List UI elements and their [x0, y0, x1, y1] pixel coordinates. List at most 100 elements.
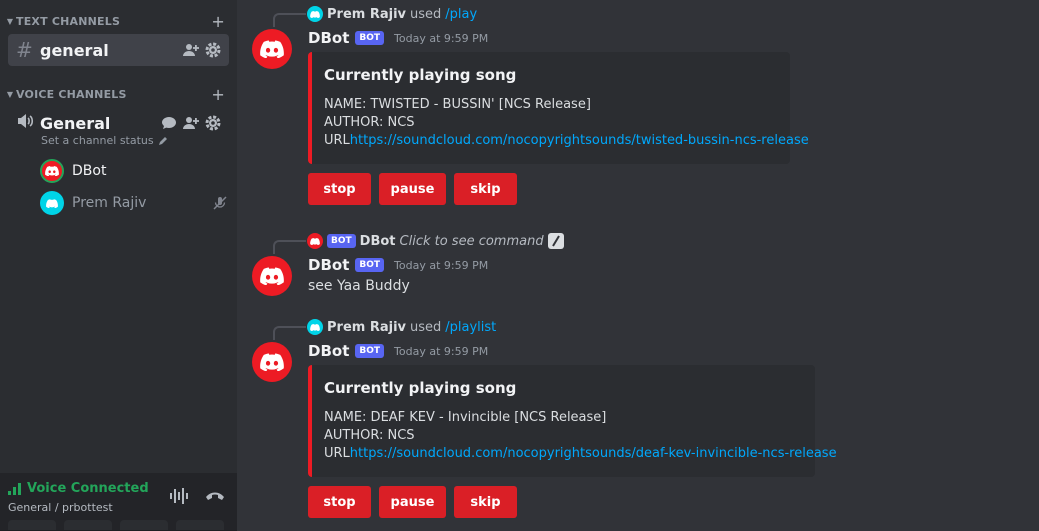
reply-spine: [273, 240, 306, 254]
voice-user-name: DBot: [72, 163, 107, 179]
invite-icon[interactable]: [183, 115, 199, 131]
signal-icon: [8, 482, 21, 495]
pause-button[interactable]: pause: [379, 486, 446, 518]
video-button[interactable]: [8, 520, 56, 530]
skip-button[interactable]: skip: [454, 173, 517, 205]
disconnect-icon[interactable]: [205, 490, 225, 502]
discord-logo-icon: [310, 237, 320, 245]
slash-command-icon: [547, 233, 564, 249]
reply-avatar: [307, 233, 323, 249]
reply-verb: used: [410, 319, 442, 335]
reply-user[interactable]: Prem Rajiv: [327, 320, 406, 335]
noise-suppression-icon[interactable]: [169, 487, 189, 505]
discord-logo-icon: [260, 353, 284, 371]
skip-button[interactable]: skip: [454, 486, 517, 518]
channel-status-label: Set a channel status: [41, 134, 154, 147]
add-channel-icon[interactable]: +: [211, 85, 225, 104]
text-channels-category[interactable]: ▼ TEXT CHANNELS +: [4, 11, 225, 31]
pause-button[interactable]: pause: [379, 173, 446, 205]
reply-context[interactable]: Prem Rajiv used /playlist: [273, 319, 496, 340]
stop-button[interactable]: stop: [308, 486, 371, 518]
message-list: Prem Rajiv used /play DBot BOT Today at …: [237, 0, 1039, 531]
channel-status-button[interactable]: Set a channel status: [41, 134, 168, 147]
reply-verb: used: [410, 6, 442, 22]
bot-badge: BOT: [355, 258, 385, 272]
reply-context[interactable]: BOT DBot Click to see command: [273, 233, 564, 254]
hash-icon: #: [16, 38, 33, 62]
channel-general[interactable]: # general: [8, 34, 229, 66]
embed-url-link[interactable]: https://soundcloud.com/nocopyrightsounds…: [350, 446, 837, 461]
message-text: see Yaa Buddy: [308, 278, 410, 294]
avatar[interactable]: [252, 29, 292, 69]
activity-button[interactable]: [120, 520, 168, 530]
timestamp: Today at 9:59 PM: [394, 258, 489, 272]
timestamp: Today at 9:59 PM: [394, 31, 489, 45]
reply-spine: [273, 13, 306, 27]
reply-avatar: [307, 319, 323, 335]
discord-logo-icon: [46, 198, 58, 208]
avatar: [40, 191, 64, 215]
avatar: [40, 159, 64, 183]
message-header: DBot BOT Today at 9:59 PM: [308, 28, 488, 48]
discord-logo-icon: [310, 323, 320, 331]
embed-url-line: URLhttps://soundcloud.com/nocopyrightsou…: [324, 445, 837, 463]
reply-user[interactable]: DBot: [360, 234, 396, 249]
song-embed: Currently playing song NAME: TWISTED - B…: [308, 52, 809, 164]
bot-badge: BOT: [327, 234, 356, 248]
url-prefix: URL: [324, 133, 350, 148]
channel-name: general: [40, 40, 109, 60]
voice-user-name: Prem Rajiv: [72, 195, 147, 211]
channel-name: General: [40, 113, 111, 133]
reply-hint[interactable]: Click to see command: [400, 234, 544, 249]
reply-command[interactable]: /playlist: [445, 320, 496, 335]
song-embed: Currently playing song NAME: DEAF KEV - …: [308, 365, 837, 477]
reply-context[interactable]: Prem Rajiv used /play: [273, 6, 477, 27]
author-name[interactable]: DBot: [308, 29, 349, 47]
voice-user-prem-rajiv[interactable]: Prem Rajiv: [40, 189, 228, 217]
bot-badge: BOT: [355, 31, 385, 45]
reply-spine: [273, 326, 306, 340]
voice-user-dbot[interactable]: DBot: [40, 157, 228, 185]
stop-button[interactable]: stop: [308, 173, 371, 205]
channel-sidebar: ▼ TEXT CHANNELS + # general ▼ VOICE CHAN…: [0, 0, 237, 531]
reply-user[interactable]: Prem Rajiv: [327, 7, 406, 22]
author-name[interactable]: DBot: [308, 256, 349, 274]
player-controls: stop pause skip: [308, 486, 517, 518]
embed-url-line: URLhttps://soundcloud.com/nocopyrightsou…: [324, 132, 809, 150]
discord-window: ▼ TEXT CHANNELS + # general ▼ VOICE CHAN…: [0, 0, 1039, 531]
gear-icon[interactable]: [205, 115, 221, 131]
voice-connected-status[interactable]: Voice Connected: [8, 481, 149, 496]
embed-name-line: NAME: DEAF KEV - Invincible [NCS Release…: [324, 410, 607, 425]
embed-url-link[interactable]: https://soundcloud.com/nocopyrightsounds…: [350, 133, 809, 148]
timestamp: Today at 9:59 PM: [394, 344, 489, 358]
message-header: DBot BOT Today at 9:59 PM: [308, 341, 488, 361]
voice-connected-label: Voice Connected: [27, 481, 149, 496]
voice-connected-location[interactable]: General / prbottest: [8, 501, 113, 514]
embed-author-line: AUTHOR: NCS: [324, 428, 415, 443]
chevron-down-icon: ▼: [6, 89, 14, 99]
voice-channel-general[interactable]: General: [8, 110, 229, 136]
screen-share-button[interactable]: [64, 520, 112, 530]
avatar[interactable]: [252, 342, 292, 382]
muted-mic-icon: [213, 196, 227, 210]
embed-name-line: NAME: TWISTED - BUSSIN' [NCS Release]: [324, 97, 591, 112]
soundboard-button[interactable]: [176, 520, 224, 530]
author-name[interactable]: DBot: [308, 342, 349, 360]
avatar[interactable]: [252, 256, 292, 296]
bot-badge: BOT: [355, 344, 385, 358]
discord-logo-icon: [45, 166, 59, 176]
discord-logo-icon: [260, 40, 284, 58]
embed-title: Currently playing song: [324, 379, 517, 397]
add-channel-icon[interactable]: +: [211, 12, 225, 31]
reply-avatar: [307, 6, 323, 22]
embed-title: Currently playing song: [324, 66, 517, 84]
embed-author-line: AUTHOR: NCS: [324, 115, 415, 130]
reply-command[interactable]: /play: [445, 7, 477, 22]
discord-logo-icon: [260, 267, 284, 285]
voice-channels-category[interactable]: ▼ VOICE CHANNELS +: [4, 84, 225, 104]
chat-bubble-icon[interactable]: [161, 115, 177, 131]
invite-icon[interactable]: [183, 42, 199, 58]
gear-icon[interactable]: [205, 42, 221, 58]
pencil-icon: [158, 136, 167, 145]
speaker-icon: [16, 112, 40, 134]
